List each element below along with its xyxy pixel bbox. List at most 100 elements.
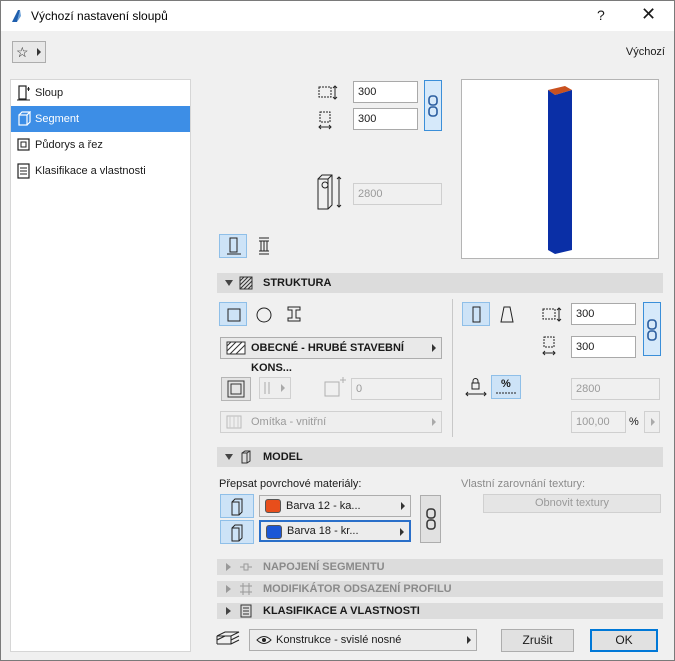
sidebar-item-label: Půdorys a řez	[35, 139, 103, 151]
star-icon: ☆	[16, 44, 29, 60]
surface-material-2-dropdown[interactable]: Barva 18 - kr...	[259, 520, 411, 542]
i-beam-icon	[287, 306, 301, 322]
link-dimensions-toggle[interactable]	[424, 80, 442, 131]
section-classification-label: KLASIFIKACE A VLASTNOSTI	[263, 605, 420, 617]
straight-column-toggle[interactable]	[219, 234, 247, 258]
override-materials-label: Přepsat povrchové materiály:	[219, 478, 362, 490]
classification-icon	[240, 604, 252, 618]
override-side-toggle[interactable]	[220, 520, 254, 544]
lock-length-icon	[465, 378, 487, 397]
layer-dropdown[interactable]: Konstrukce - svislé nosné	[249, 629, 477, 651]
surface-material-1-label: Barva 12 - ka...	[286, 500, 361, 512]
core-thickness-field: 0	[351, 378, 442, 400]
model-column-icon	[241, 450, 251, 464]
material-swatch	[265, 499, 281, 513]
column-icon	[17, 85, 30, 101]
building-material-dropdown[interactable]: OBECNÉ - HRUBÉ STAVEBNÍ KONS...	[220, 337, 442, 374]
straight-segment-toggle[interactable]	[462, 302, 490, 326]
tapered-column-toggle[interactable]	[249, 234, 277, 258]
segment-width-icon	[542, 307, 562, 322]
chevron-right-icon	[281, 384, 285, 392]
override-front-toggle[interactable]	[220, 494, 254, 518]
eye-icon	[256, 636, 272, 644]
circle-icon	[256, 307, 272, 323]
surface-material-1-dropdown[interactable]: Barva 12 - ka...	[259, 495, 411, 517]
close-button[interactable]: ✕	[641, 4, 656, 25]
straight-column-icon	[227, 237, 241, 255]
classification-icon	[17, 163, 30, 179]
rectangular-shape-toggle[interactable]	[219, 302, 247, 326]
finish-material-dropdown: Omítka - vnitřní	[220, 411, 442, 433]
floorplan-icon	[17, 138, 30, 151]
section-structure-header[interactable]: STRUKTURA	[217, 273, 663, 293]
cancel-button[interactable]: Zrušit	[501, 629, 574, 652]
profile-shape-toggle[interactable]	[279, 302, 307, 326]
surface-side-icon	[231, 524, 243, 542]
section-classification-header[interactable]: KLASIFIKACE A VLASTNOSTI	[217, 603, 663, 619]
material-swatch	[266, 525, 282, 539]
dialog-window: Výchozí nastavení sloupů ? ✕ ☆ Výchozí S…	[0, 0, 675, 661]
core-type-icon	[264, 382, 270, 394]
column-3d-preview	[548, 86, 572, 254]
section-profile-modifier-header[interactable]: MODIFIKÁTOR ODSAZENÍ PROFILU	[217, 581, 663, 597]
depth-icon	[318, 111, 332, 130]
sidebar-item-segment[interactable]: Segment	[11, 106, 190, 132]
expand-arrow-icon	[226, 563, 231, 571]
chain-link-icon	[428, 95, 438, 117]
tapered-segment-toggle[interactable]	[492, 302, 520, 326]
chain-link-icon	[426, 508, 436, 530]
chain-link-icon	[647, 319, 657, 341]
sidebar-item-label: Sloup	[35, 87, 64, 99]
height-field: 2800	[353, 183, 442, 205]
sidebar-item-klasifikace[interactable]: Klasifikace a vlastnosti	[11, 158, 190, 184]
link-materials-button[interactable]	[420, 495, 441, 543]
chevron-right-icon	[432, 344, 436, 352]
expand-arrow-icon	[226, 585, 231, 593]
sidebar-item-sloup[interactable]: Sloup	[11, 80, 190, 106]
collapse-arrow-icon	[225, 454, 233, 460]
texture-alignment-label: Vlastní zarovnání textury:	[461, 478, 586, 490]
surface-front-icon	[231, 498, 243, 516]
percent-stepper	[644, 411, 660, 433]
percent-toggle-label: %	[501, 378, 511, 390]
surface-material-2-label: Barva 18 - kr...	[287, 525, 359, 537]
favorites-button[interactable]: ☆	[12, 41, 46, 63]
column-front-face	[548, 90, 555, 254]
sidebar: Sloup Segment Půdorys a řez Klasifikace …	[10, 79, 191, 652]
segment-icon	[18, 111, 31, 126]
link-segment-dimensions-toggle[interactable]	[643, 302, 661, 356]
title-bar: Výchozí nastavení sloupů ? ✕	[1, 1, 674, 31]
width-field[interactable]: 300	[353, 81, 418, 103]
chevron-right-icon	[37, 48, 41, 56]
connection-icon	[240, 563, 252, 571]
width-icon	[318, 85, 338, 100]
segment-depth-field[interactable]: 300	[571, 336, 636, 358]
veneer-thickness-icon	[324, 377, 346, 397]
chevron-right-icon	[651, 418, 655, 426]
window-title: Výchozí nastavení sloupů	[31, 9, 168, 23]
sidebar-item-label: Segment	[35, 113, 80, 125]
collapse-arrow-icon	[225, 280, 233, 286]
core-square-icon	[227, 380, 245, 398]
chevron-right-icon	[401, 502, 405, 510]
section-profile-modifier-label: MODIFIKÁTOR ODSAZENÍ PROFILU	[263, 583, 452, 595]
segment-width-field[interactable]: 300	[571, 303, 636, 325]
section-segment-connection-label: NAPOJENÍ SEGMENTU	[263, 561, 385, 573]
depth-field[interactable]: 300	[353, 108, 418, 130]
segment-percent-field: 100,00	[571, 411, 626, 433]
building-material-value: OBECNÉ - HRUBÉ STAVEBNÍ KONS...	[251, 342, 404, 374]
column-side-face	[555, 90, 572, 254]
help-button[interactable]: ?	[597, 7, 605, 23]
section-model-header[interactable]: MODEL	[217, 447, 663, 467]
circular-shape-toggle[interactable]	[249, 302, 277, 326]
percent-length-toggle[interactable]: %	[491, 375, 521, 399]
straight-segment-icon	[472, 306, 481, 323]
sidebar-item-pudorys[interactable]: Půdorys a řez	[11, 132, 190, 158]
segment-length-field: 2800	[571, 378, 660, 400]
section-segment-connection-header[interactable]: NAPOJENÍ SEGMENTU	[217, 559, 663, 575]
ok-button[interactable]: OK	[590, 629, 658, 652]
steel-profile-icon	[259, 237, 269, 255]
section-model-label: MODEL	[263, 451, 303, 463]
core-toggle[interactable]	[221, 377, 251, 401]
layer-value: Konstrukce - svislé nosné	[276, 634, 402, 646]
